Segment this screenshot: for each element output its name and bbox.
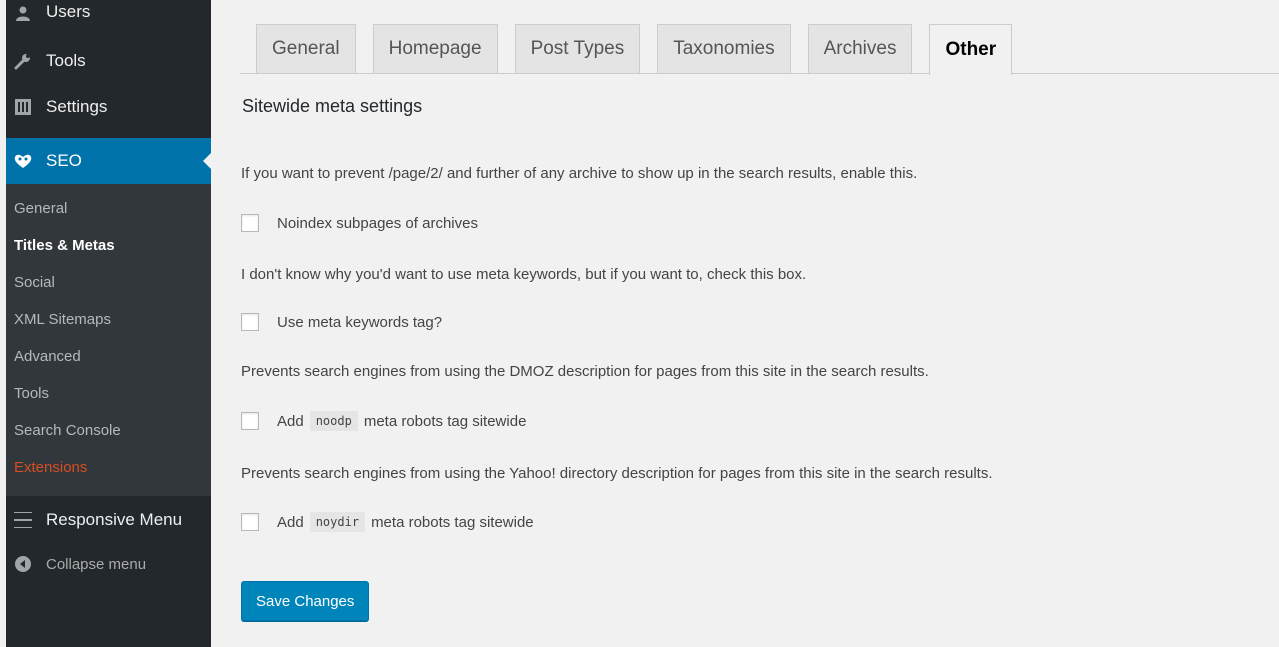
menu-tools[interactable]: Tools <box>6 38 211 84</box>
option-noindex-subpages[interactable]: Noindex subpages of archives <box>241 214 478 232</box>
menu-responsive-label: Responsive Menu <box>46 510 183 529</box>
option-description: If you want to prevent /page/2/ and furt… <box>241 165 918 182</box>
tab-general[interactable]: General <box>256 24 356 73</box>
option-description: I don't know why you'd want to use meta … <box>241 266 807 283</box>
yoast-seo-icon <box>12 150 34 172</box>
meta-keywords-checkbox[interactable] <box>241 313 259 331</box>
option-label-pre: Add <box>277 412 304 430</box>
save-changes-button[interactable]: Save Changes <box>241 581 370 621</box>
option-label: Noindex subpages of archives <box>277 214 478 232</box>
menu-tools-label: Tools <box>46 51 86 70</box>
settings-icon <box>12 96 34 118</box>
noodp-checkbox[interactable] <box>241 412 259 430</box>
submenu-xml-sitemaps[interactable]: XML Sitemaps <box>6 301 211 338</box>
option-description: Prevents search engines from using the Y… <box>241 465 993 482</box>
option-meta-keywords[interactable]: Use meta keywords tag? <box>241 313 442 331</box>
menu-responsive-menu[interactable]: Responsive Menu <box>6 496 211 544</box>
code-noodp: noodp <box>309 411 358 431</box>
menu-users-label: Users <box>46 2 91 21</box>
option-label-pre: Add <box>277 513 304 531</box>
tab-taxonomies[interactable]: Taxonomies <box>657 24 791 73</box>
code-noydir: noydir <box>309 512 366 532</box>
seo-submenu: General Titles & Metas Social XML Sitema… <box>6 184 211 496</box>
submenu-tools[interactable]: Tools <box>6 375 211 412</box>
option-noodp[interactable]: Add noodp meta robots tag sitewide <box>241 411 526 431</box>
option-label: Use meta keywords tag? <box>277 313 443 331</box>
menu-seo[interactable]: SEO <box>6 138 211 184</box>
submenu-extensions[interactable]: Extensions <box>6 449 211 486</box>
submenu-social[interactable]: Social <box>6 264 211 301</box>
settings-tabs: General Homepage Post Types Taxonomies A… <box>240 22 1279 75</box>
collapse-arrow-icon <box>12 553 34 575</box>
noydir-checkbox[interactable] <box>241 513 259 531</box>
option-noydir[interactable]: Add noydir meta robots tag sitewide <box>241 512 534 532</box>
menu-seo-label: SEO <box>46 151 82 170</box>
tab-post-types[interactable]: Post Types <box>514 24 641 73</box>
noindex-subpages-checkbox[interactable] <box>241 214 259 232</box>
main-content: General Homepage Post Types Taxonomies A… <box>240 0 1279 647</box>
tab-other[interactable]: Other <box>929 24 1013 75</box>
users-icon <box>12 2 34 24</box>
collapse-menu-label: Collapse menu <box>46 555 147 573</box>
admin-sidebar: Users Tools Settings SEO General Titles … <box>6 0 211 647</box>
menu-users[interactable]: Users <box>6 0 211 38</box>
option-description: Prevents search engines from using the D… <box>241 363 929 380</box>
collapse-menu-button[interactable]: Collapse menu <box>6 544 211 584</box>
hamburger-icon <box>12 509 34 531</box>
option-label-post: meta robots tag sitewide <box>371 513 534 531</box>
menu-settings-label: Settings <box>46 97 108 116</box>
submenu-general[interactable]: General <box>6 190 211 227</box>
submenu-titles-metas[interactable]: Titles & Metas <box>6 227 211 264</box>
menu-settings[interactable]: Settings <box>6 84 211 130</box>
submenu-advanced[interactable]: Advanced <box>6 338 211 375</box>
wrench-icon <box>12 50 34 72</box>
submenu-search-console[interactable]: Search Console <box>6 412 211 449</box>
option-label-post: meta robots tag sitewide <box>363 412 527 430</box>
tab-archives[interactable]: Archives <box>807 24 913 73</box>
section-title: Sitewide meta settings <box>242 96 423 116</box>
tab-homepage[interactable]: Homepage <box>372 24 498 73</box>
